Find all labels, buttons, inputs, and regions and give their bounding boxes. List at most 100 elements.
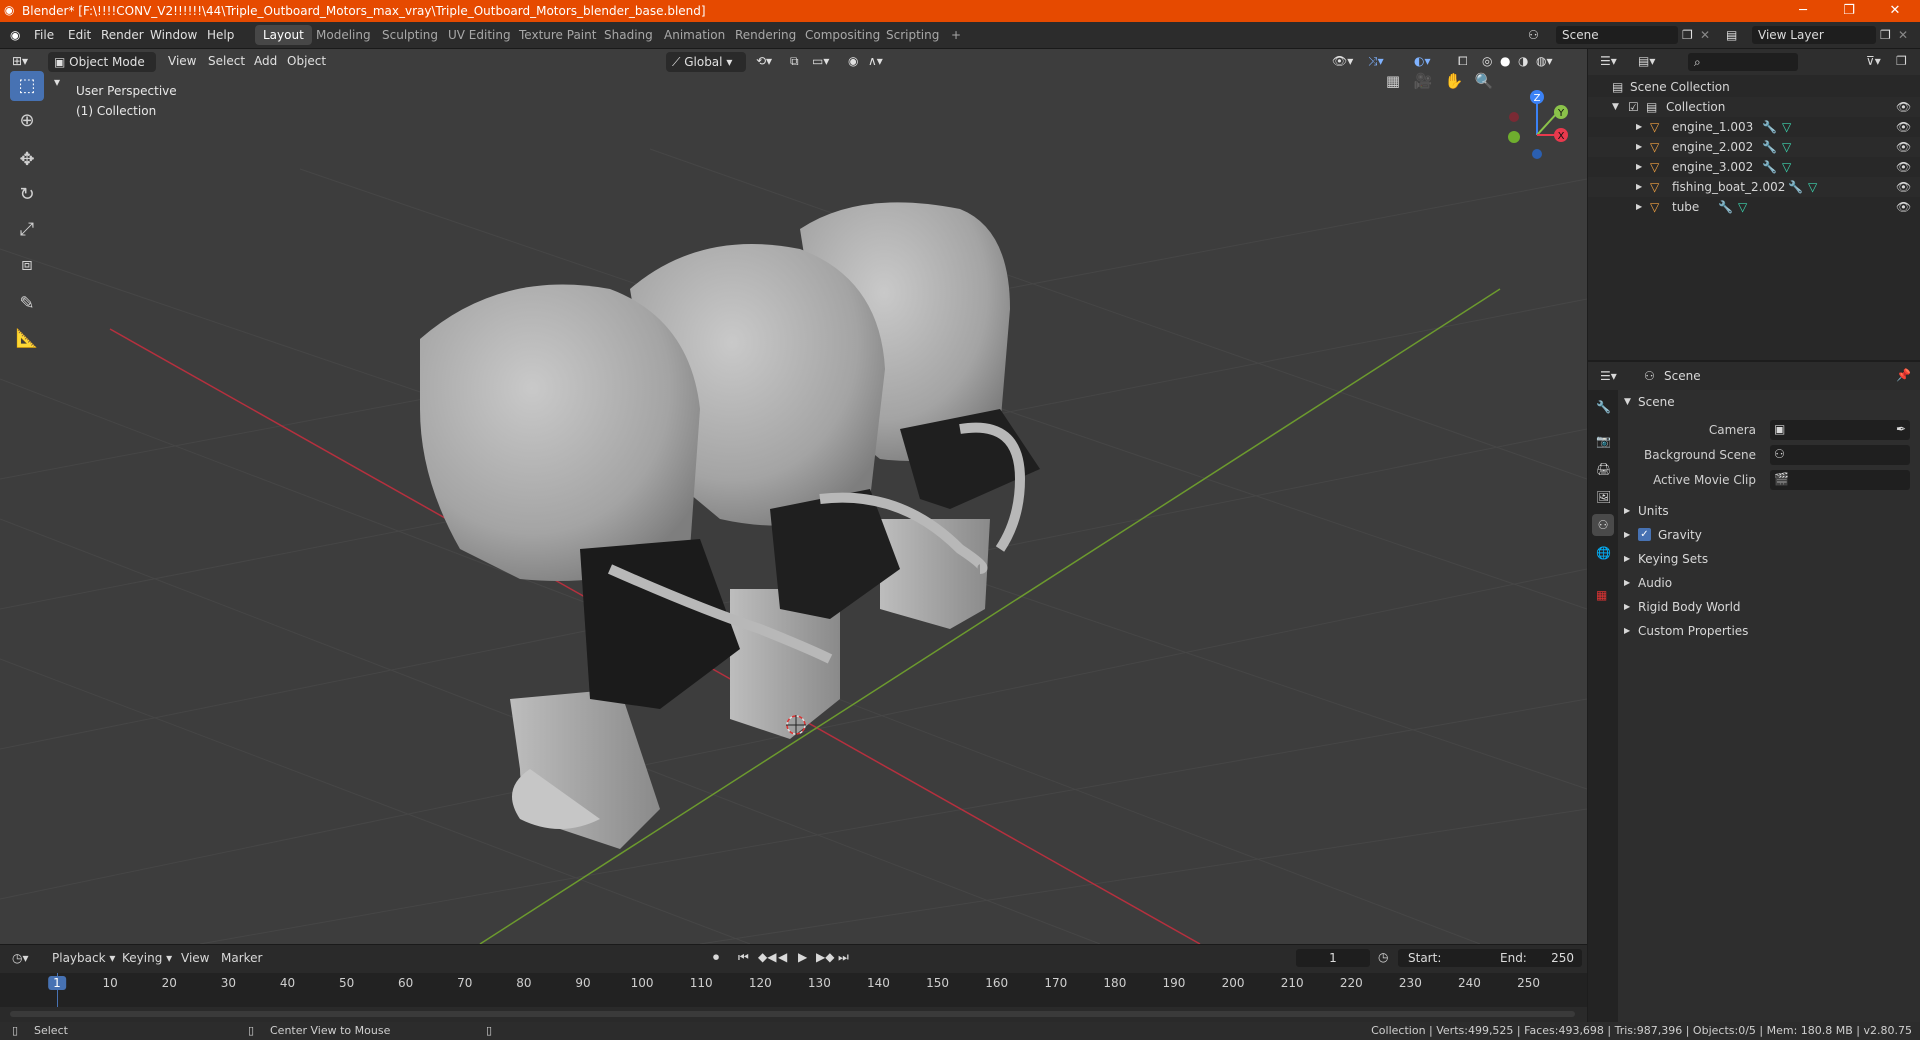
outliner-item-fishing-boat[interactable]: ▶ ▽ fishing_boat_2.002 🔧 ▽ 👁 xyxy=(1588,177,1920,197)
outliner-editor-type-icon[interactable]: ☰▾ xyxy=(1600,54,1617,68)
eyedropper-icon[interactable]: ✒ xyxy=(1896,422,1906,436)
transform-orientation-dropdown[interactable]: ⟋ Global ▾ xyxy=(666,52,746,72)
select-box-tool-icon[interactable]: ⬚ xyxy=(10,71,44,101)
collection-checkbox[interactable]: ☑ xyxy=(1628,97,1639,117)
timeline-view-menu[interactable]: View xyxy=(181,951,209,965)
timeline-editor-type-icon[interactable]: ◷▾ xyxy=(12,951,29,965)
audio-panel[interactable]: ▶ Audio xyxy=(1618,571,1920,595)
rigid-body-world-panel[interactable]: ▶ Rigid Body World xyxy=(1618,595,1920,619)
falloff-icon[interactable]: ∧▾ xyxy=(868,54,883,68)
scene-collection-label[interactable]: Scene Collection xyxy=(1630,77,1730,97)
background-scene-field[interactable]: ⚇ xyxy=(1770,445,1910,465)
outliner-item-engine-2[interactable]: ▶ ▽ engine_2.002 🔧 ▽ 👁 xyxy=(1588,137,1920,157)
scale-tool-icon[interactable]: ⤢ xyxy=(10,215,44,245)
cursor-tool-icon[interactable]: ⊕ xyxy=(10,106,44,136)
world-tab-icon[interactable]: 🌐 xyxy=(1596,546,1611,560)
shading-solid-icon[interactable]: ● xyxy=(1500,54,1510,68)
view-layer-field[interactable]: View Layer xyxy=(1752,26,1876,44)
display-mode-icon[interactable]: ▤▾ xyxy=(1638,54,1655,68)
texture-tab-icon[interactable]: ▦ xyxy=(1596,588,1607,602)
tab-modeling[interactable]: Modeling xyxy=(308,25,379,45)
pivot-point-icon[interactable]: ⟲▾ xyxy=(756,54,772,68)
measure-tool-icon[interactable]: 📐 xyxy=(10,324,44,354)
modifier-wrench-icon[interactable]: 🔧 xyxy=(1718,197,1733,217)
annotate-tool-icon[interactable]: ✎ xyxy=(10,289,44,319)
prev-keyframe-icon[interactable]: ◆◀ xyxy=(758,950,776,964)
delete-view-layer-icon[interactable]: ✕ xyxy=(1898,28,1908,42)
outliner-search-input[interactable]: ⌕ xyxy=(1688,53,1798,71)
scene-browse-icon[interactable]: ⚇ xyxy=(1528,28,1539,42)
shading-wireframe-icon[interactable]: ◎ xyxy=(1482,54,1492,68)
properties-editor-type-icon[interactable]: ☰▾ xyxy=(1600,369,1617,383)
shading-material-icon[interactable]: ◑ xyxy=(1518,54,1528,68)
units-panel[interactable]: ▶ Units xyxy=(1618,499,1920,523)
visibility-eye-icon[interactable]: 👁 xyxy=(1896,137,1911,157)
new-view-layer-icon[interactable]: ❐ xyxy=(1880,28,1891,42)
view-layer-tab-icon[interactable]: 🖼 xyxy=(1596,490,1611,504)
new-collection-icon[interactable]: ❐ xyxy=(1896,54,1907,68)
move-tool-icon[interactable]: ✥ xyxy=(10,145,44,175)
play-reverse-icon[interactable]: ◀ xyxy=(778,950,787,964)
auto-keying-icon[interactable]: ◷ xyxy=(1378,950,1388,964)
mode-dropdown[interactable]: ▣ Object Mode ▾ xyxy=(48,52,156,89)
scene-tab-icon[interactable]: ⚇ xyxy=(1592,514,1614,536)
keying-sets-panel[interactable]: ▶ Keying Sets xyxy=(1618,547,1920,571)
tab-shading[interactable]: Shading xyxy=(596,25,661,45)
transform-tool-icon[interactable]: ⧈ xyxy=(10,250,44,280)
tab-scripting[interactable]: Scripting xyxy=(878,25,947,45)
menu-render[interactable]: Render xyxy=(101,28,144,42)
marker-menu[interactable]: Marker xyxy=(221,951,262,965)
expand-arrow-icon[interactable]: ▶ xyxy=(1636,197,1642,217)
filter-icon[interactable]: ⊽▾ xyxy=(1866,54,1881,68)
jump-start-icon[interactable]: ⏮ xyxy=(738,950,749,965)
viewport-menu-select[interactable]: Select xyxy=(208,54,245,68)
visibility-eye-icon[interactable]: 👁 xyxy=(1896,177,1911,197)
gizmo-toggle-icon[interactable]: ⤨▾ xyxy=(1368,54,1384,69)
overlay-toggle-icon[interactable]: ◐▾ xyxy=(1414,54,1431,68)
navigation-gizmo[interactable] xyxy=(1508,90,1568,159)
modifier-wrench-icon[interactable]: 🔧 xyxy=(1762,157,1777,177)
menu-edit[interactable]: Edit xyxy=(68,28,91,42)
viewport-menu-view[interactable]: View xyxy=(168,54,196,68)
gravity-panel[interactable]: ▶ ✓ Gravity xyxy=(1618,523,1920,547)
scene-panel-header[interactable]: ▼ Scene xyxy=(1618,390,1920,414)
add-workspace-button[interactable]: + xyxy=(943,25,969,45)
visibility-icon[interactable]: 👁▾ xyxy=(1332,54,1353,68)
tab-animation[interactable]: Animation xyxy=(656,25,733,45)
snap-target-icon[interactable]: ▭▾ xyxy=(812,54,829,68)
next-keyframe-icon[interactable]: ▶◆ xyxy=(816,950,834,964)
tool-tab-icon[interactable]: 🔧 xyxy=(1596,400,1611,414)
editor-type-icon[interactable]: ⊞▾ xyxy=(12,54,28,68)
menu-file[interactable]: File xyxy=(34,28,54,42)
record-icon[interactable]: ⏺ xyxy=(713,950,719,965)
mesh-data-icon[interactable]: ▽ xyxy=(1738,197,1747,217)
mesh-data-icon[interactable]: ▽ xyxy=(1782,157,1791,177)
tab-rendering[interactable]: Rendering xyxy=(727,25,804,45)
output-tab-icon[interactable]: 🖨 xyxy=(1596,462,1611,476)
menu-help[interactable]: Help xyxy=(207,28,234,42)
gravity-checkbox[interactable]: ✓ xyxy=(1638,528,1651,541)
maximize-button[interactable]: ❐ xyxy=(1826,0,1872,22)
snap-icon[interactable]: ⧉ xyxy=(790,54,799,69)
visibility-eye-icon[interactable]: 👁 xyxy=(1896,197,1911,217)
menu-window[interactable]: Window xyxy=(150,28,197,42)
pin-icon[interactable]: 📌 xyxy=(1896,368,1911,382)
viewport-menu-object[interactable]: Object xyxy=(287,54,326,68)
expand-arrow-icon[interactable]: ▶ xyxy=(1636,157,1642,177)
viewport-menu-add[interactable]: Add xyxy=(254,54,277,68)
blender-menu-icon[interactable]: ◉ xyxy=(10,28,20,42)
rotate-tool-icon[interactable]: ↻ xyxy=(10,180,44,210)
tab-uv-editing[interactable]: UV Editing xyxy=(440,25,519,45)
xray-toggle-icon[interactable]: ⧠ xyxy=(1458,54,1468,69)
mesh-data-icon[interactable]: ▽ xyxy=(1782,137,1791,157)
outliner-item-engine-1[interactable]: ▶ ▽ engine_1.003 🔧 ▽ 👁 xyxy=(1588,117,1920,137)
custom-properties-panel[interactable]: ▶ Custom Properties xyxy=(1618,619,1920,643)
playback-menu[interactable]: Playback ▾ xyxy=(52,951,115,965)
3d-viewport[interactable]: Z Y X User Perspective (1) Collection ▦ … xyxy=(0,49,1587,944)
mesh-data-icon[interactable]: ▽ xyxy=(1782,117,1791,137)
render-tab-icon[interactable]: 📷 xyxy=(1596,434,1611,448)
shading-rendered-icon[interactable]: ◍▾ xyxy=(1536,54,1553,68)
collapse-arrow-icon[interactable]: ▼ xyxy=(1612,97,1619,117)
view-layer-browse-icon[interactable]: ▤ xyxy=(1726,28,1737,42)
timeline-scrollbar[interactable] xyxy=(10,1011,1575,1017)
